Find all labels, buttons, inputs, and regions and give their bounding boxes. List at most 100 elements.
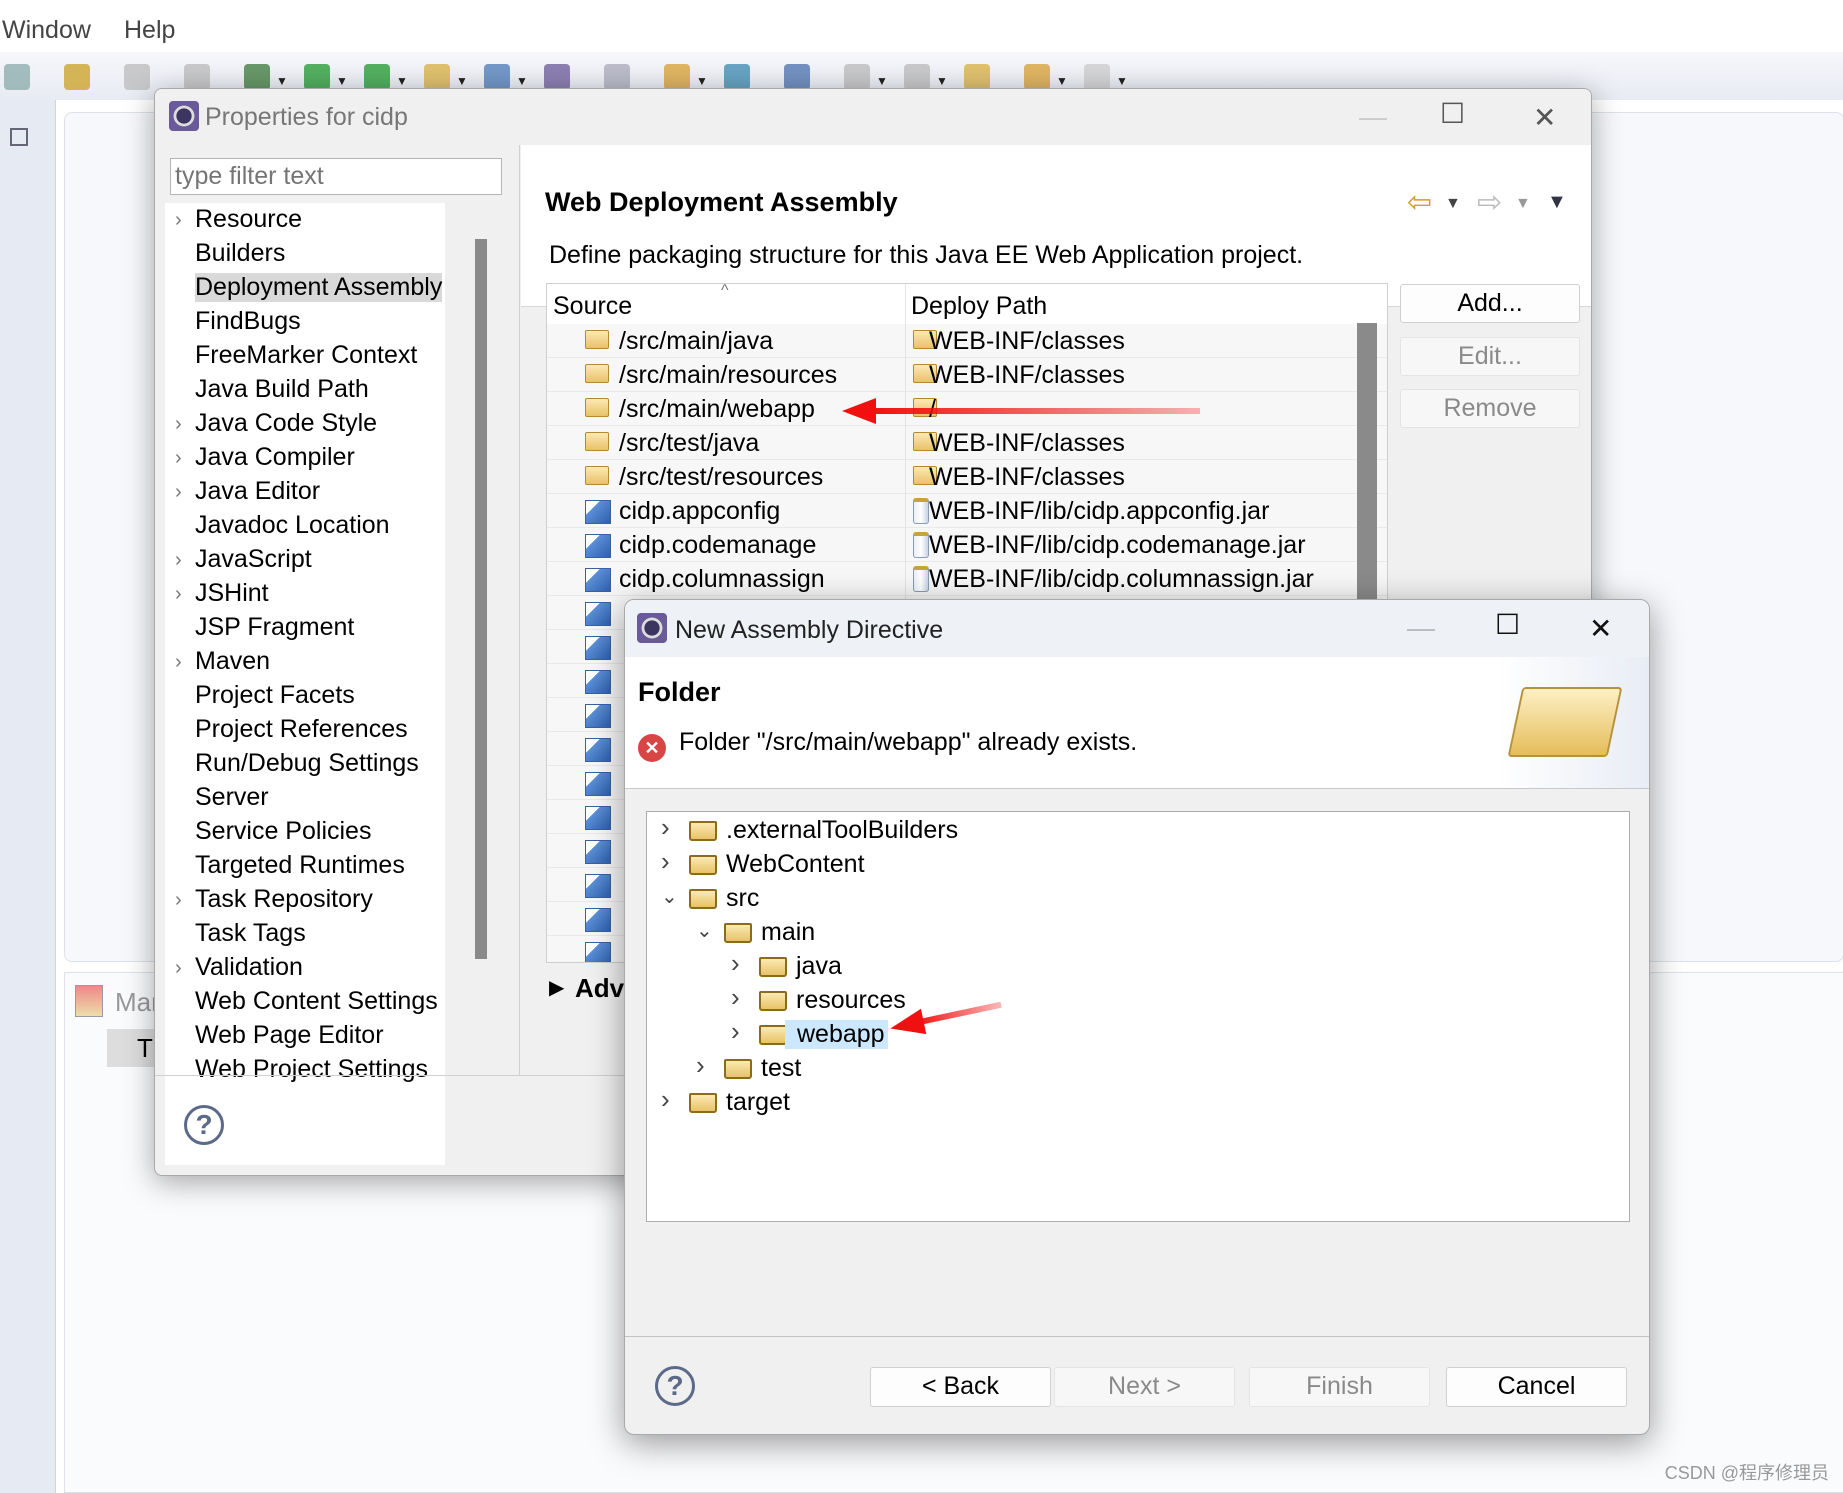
toolbar-button-icon[interactable] [304, 64, 330, 90]
toolbar-button-icon[interactable] [124, 64, 150, 90]
chevron-down-icon[interactable]: ⌄ [661, 884, 681, 909]
nav-item[interactable]: Deployment Assembly [195, 273, 443, 302]
nav-item[interactable]: Resource [195, 205, 302, 234]
toolbar-button-icon[interactable] [904, 64, 930, 90]
nav-item[interactable]: Java Editor [195, 477, 320, 506]
close-button[interactable]: ✕ [1533, 101, 1556, 134]
help-icon[interactable]: ? [184, 1105, 224, 1145]
help-icon[interactable]: ? [655, 1366, 695, 1406]
nav-item[interactable]: Server [195, 783, 269, 812]
nav-item[interactable]: Run/Debug Settings [195, 749, 419, 778]
toolbar-button-icon[interactable] [484, 64, 510, 90]
forward-dropdown-icon[interactable]: ▼ [1515, 195, 1531, 213]
nav-item[interactable]: Project References [195, 715, 408, 744]
restore-icon[interactable] [10, 128, 28, 146]
toolbar-button-icon[interactable] [604, 64, 630, 90]
table-row[interactable]: cidp.appconfig WEB-INF/lib/cidp.appconfig… [547, 494, 1387, 528]
chevron-down-icon[interactable]: ⌄ [696, 918, 716, 943]
expand-triangle-icon[interactable]: ▶ [549, 975, 564, 1000]
nav-item[interactable]: Project Facets [195, 681, 355, 710]
back-arrow-icon[interactable]: ⇦ [1407, 185, 1432, 220]
dropdown-arrow-icon[interactable]: ▼ [936, 74, 948, 88]
view-menu-icon[interactable]: ▼ [1547, 191, 1567, 214]
chevron-right-icon[interactable]: › [731, 1016, 751, 1047]
nav-item[interactable]: Builders [195, 239, 285, 268]
filter-input[interactable] [170, 158, 502, 195]
table-row[interactable]: /src/main/resources WEB-INF/classes [547, 358, 1387, 392]
toolbar-button-icon[interactable] [1024, 64, 1050, 90]
toolbar-button-icon[interactable] [4, 64, 30, 90]
toolbar-button-icon[interactable] [664, 64, 690, 90]
menu-help[interactable]: Help [124, 16, 175, 45]
toolbar-button-icon[interactable] [184, 64, 210, 90]
edit-button[interactable]: Edit... [1400, 337, 1580, 376]
dropdown-arrow-icon[interactable]: ▼ [336, 74, 348, 88]
expand-chevron-icon[interactable]: › [175, 481, 182, 504]
chevron-right-icon[interactable]: › [661, 812, 681, 843]
nav-item[interactable]: Web Page Editor [195, 1021, 384, 1050]
toolbar-button-icon[interactable] [424, 64, 450, 90]
dropdown-arrow-icon[interactable]: ▼ [516, 74, 528, 88]
server-item[interactable]: T [107, 1029, 157, 1067]
column-header-source[interactable]: Source [553, 292, 632, 321]
table-row[interactable]: /src/test/java WEB-INF/classes [547, 426, 1387, 460]
minimize-button[interactable]: — [1359, 101, 1387, 133]
expand-chevron-icon[interactable]: › [175, 447, 182, 470]
chevron-right-icon[interactable]: › [731, 982, 751, 1013]
dropdown-arrow-icon[interactable]: ▼ [1116, 74, 1128, 88]
chevron-right-icon[interactable]: › [696, 1050, 716, 1081]
nav-scrollbar-thumb[interactable] [475, 239, 487, 959]
toolbar-button-icon[interactable] [64, 64, 90, 90]
maximize-button[interactable]: ☐ [1495, 608, 1520, 641]
nav-item[interactable]: Service Policies [195, 817, 371, 846]
finish-button[interactable]: Finish [1249, 1367, 1430, 1407]
toolbar-button-icon[interactable] [724, 64, 750, 90]
nav-item[interactable]: FindBugs [195, 307, 301, 336]
remove-button[interactable]: Remove [1400, 389, 1580, 428]
expand-chevron-icon[interactable]: › [175, 209, 182, 232]
expand-chevron-icon[interactable]: › [175, 889, 182, 912]
toolbar-button-icon[interactable] [244, 64, 270, 90]
nav-item[interactable]: Javadoc Location [195, 511, 390, 540]
nav-item[interactable]: JSP Fragment [195, 613, 354, 642]
close-button[interactable]: ✕ [1589, 612, 1612, 645]
forward-arrow-icon[interactable]: ⇨ [1477, 185, 1502, 220]
nav-item[interactable]: Validation [195, 953, 303, 982]
dropdown-arrow-icon[interactable]: ▼ [696, 74, 708, 88]
nav-item[interactable]: Targeted Runtimes [195, 851, 405, 880]
table-row[interactable]: /src/main/java WEB-INF/classes [547, 324, 1387, 358]
dropdown-arrow-icon[interactable]: ▼ [876, 74, 888, 88]
nav-item[interactable]: JavaScript [195, 545, 312, 574]
nav-item[interactable]: Task Repository [195, 885, 373, 914]
expand-chevron-icon[interactable]: › [175, 583, 182, 606]
table-row[interactable]: cidp.codemanage WEB-INF/lib/cidp.codemana… [547, 528, 1387, 562]
nav-item[interactable]: Java Code Style [195, 409, 377, 438]
nav-item[interactable]: Task Tags [195, 919, 306, 948]
nav-item[interactable]: Web Project Settings [195, 1055, 428, 1084]
chevron-right-icon[interactable]: › [731, 948, 751, 979]
toolbar-button-icon[interactable] [364, 64, 390, 90]
add-button[interactable]: Add... [1400, 284, 1580, 323]
next-button[interactable]: Next > [1054, 1367, 1235, 1407]
back-button[interactable]: < Back [870, 1367, 1051, 1407]
expand-chevron-icon[interactable]: › [175, 413, 182, 436]
chevron-right-icon[interactable]: › [661, 846, 681, 877]
toolbar-button-icon[interactable] [784, 64, 810, 90]
menu-window[interactable]: Window [2, 16, 91, 45]
toolbar-button-icon[interactable] [964, 64, 990, 90]
toolbar-button-icon[interactable] [544, 64, 570, 90]
nav-item[interactable]: Java Compiler [195, 443, 355, 472]
table-row[interactable]: /src/test/resources WEB-INF/classes [547, 460, 1387, 494]
advanced-section[interactable]: Adv [575, 973, 624, 1004]
chevron-right-icon[interactable]: › [661, 1084, 681, 1115]
dropdown-arrow-icon[interactable]: ▼ [276, 74, 288, 88]
column-header-deploy-path[interactable]: Deploy Path [911, 292, 1047, 321]
nav-item[interactable]: FreeMarker Context [195, 341, 417, 370]
nav-item[interactable]: JSHint [195, 579, 269, 608]
toolbar-button-icon[interactable] [1084, 64, 1110, 90]
nav-item[interactable]: Maven [195, 647, 270, 676]
minimize-button[interactable]: — [1407, 612, 1435, 644]
dropdown-arrow-icon[interactable]: ▼ [396, 74, 408, 88]
table-row[interactable]: cidp.columnassign WEB-INF/lib/cidp.column… [547, 562, 1387, 596]
cancel-button[interactable]: Cancel [1446, 1367, 1627, 1407]
